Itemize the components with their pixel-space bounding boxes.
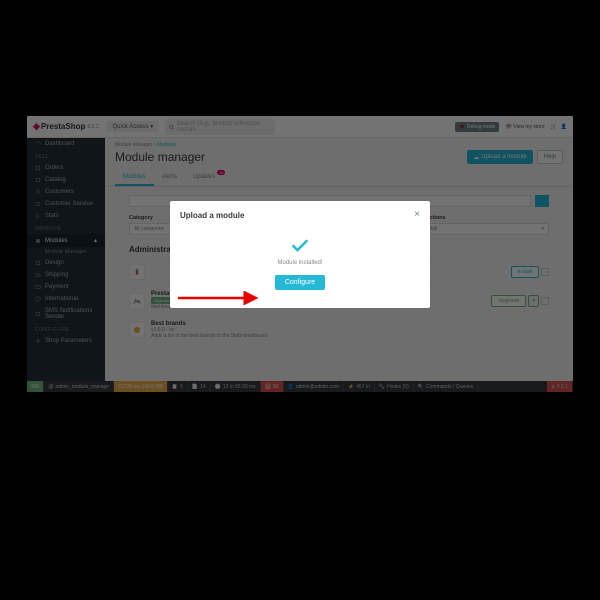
close-icon[interactable]: × — [414, 209, 420, 220]
configure-button[interactable]: Configure — [275, 275, 325, 290]
modal-overlay[interactable]: Upload a module × Module installed! Conf… — [27, 116, 573, 392]
app-window: ◈ PrestaShop 8.0.1 Quick Access ▾ Search… — [27, 116, 573, 392]
modal-title: Upload a module — [180, 211, 420, 226]
annotation-arrow — [178, 291, 268, 305]
modal-status-text: Module installed! — [180, 260, 420, 266]
checkmark-icon — [290, 236, 310, 256]
